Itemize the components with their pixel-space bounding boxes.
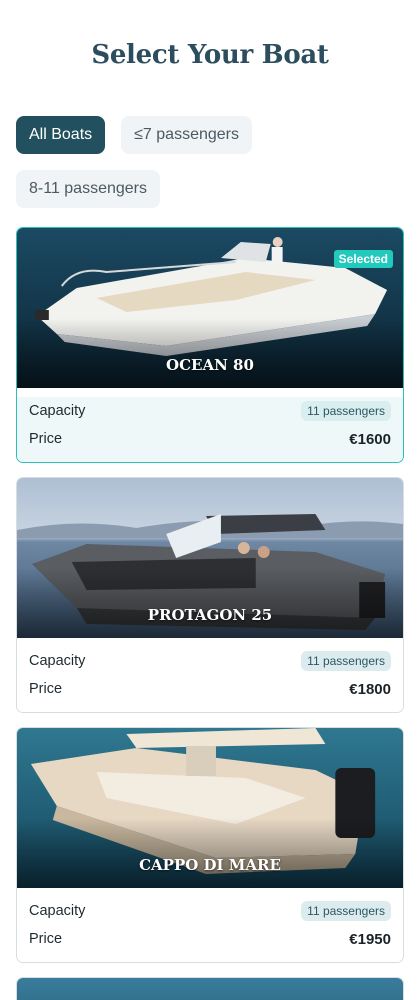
capacity-label: Capacity [29, 903, 86, 919]
filter-bar: All Boats ≤7 passengers 8-11 passengers [16, 116, 406, 208]
filter-8-11-passengers[interactable]: 8-11 passengers [16, 170, 160, 208]
boat-name: PROTAGON 25 [147, 606, 273, 624]
capacity-label: Capacity [29, 403, 86, 419]
boat-card-ocean-80[interactable]: Selected OCEAN 80 Capacity 11 passengers… [16, 227, 404, 463]
boat-info: Capacity 11 passengers Price €1950 [17, 897, 403, 962]
boat-card-protagon-25[interactable]: PROTAGON 25 Capacity 11 passengers Price… [16, 477, 404, 713]
boat-photo: PROTAGON 25 [17, 478, 403, 638]
capacity-badge: 11 passengers [301, 901, 391, 921]
capacity-badge: 11 passengers [301, 401, 391, 421]
boat-photo: CAPPO DI MARE [17, 728, 403, 888]
boat-card-next[interactable] [16, 977, 404, 1000]
filter-all-boats[interactable]: All Boats [16, 116, 106, 154]
price-label: Price [29, 931, 63, 947]
capacity-label: Capacity [29, 653, 86, 669]
boat-photo: Selected OCEAN 80 [17, 228, 403, 388]
capacity-badge: 11 passengers [301, 651, 391, 671]
price-label: Price [29, 681, 63, 697]
photo-shade [17, 818, 403, 888]
boat-name: CAPPO DI MARE [139, 856, 281, 874]
price-value: €1800 [349, 680, 391, 698]
boat-info: Capacity 11 passengers Price €1800 [17, 647, 403, 712]
price-value: €1600 [349, 430, 391, 448]
page-title: Select Your Boat [91, 40, 329, 70]
boat-info: Capacity 11 passengers Price €1600 [17, 397, 403, 462]
price-label: Price [29, 431, 63, 447]
boat-name: OCEAN 80 [166, 356, 254, 374]
photo-shade [17, 318, 403, 388]
boat-card-cappo-di-mare[interactable]: CAPPO DI MARE Capacity 11 passengers Pri… [16, 727, 404, 963]
selected-badge: Selected [333, 250, 393, 268]
photo-shade [17, 568, 403, 638]
boat-photo [17, 978, 403, 1000]
filter-up-to-7-passengers[interactable]: ≤7 passengers [121, 116, 252, 154]
price-value: €1950 [349, 930, 391, 948]
